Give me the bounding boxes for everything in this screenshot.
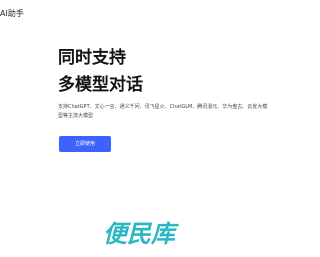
- app-brand: AI助手: [0, 9, 24, 18]
- headline-line-2: 多模型对话: [58, 75, 143, 95]
- watermark-logo: 便民库: [103, 220, 179, 248]
- watermark-text: 便民库: [103, 220, 179, 248]
- start-now-button[interactable]: 立即使用: [59, 136, 111, 152]
- hero-section: 同时支持 多模型对话 支持ChatGPT、文心一言、通义千问、讯飞星火、Chat…: [58, 47, 272, 126]
- headline-line-1: 同时支持: [58, 48, 126, 68]
- hero-subtitle: 支持ChatGPT、文心一言、通义千问、讯飞星火、ChatGLM、腾讯混元、华为…: [58, 104, 268, 119]
